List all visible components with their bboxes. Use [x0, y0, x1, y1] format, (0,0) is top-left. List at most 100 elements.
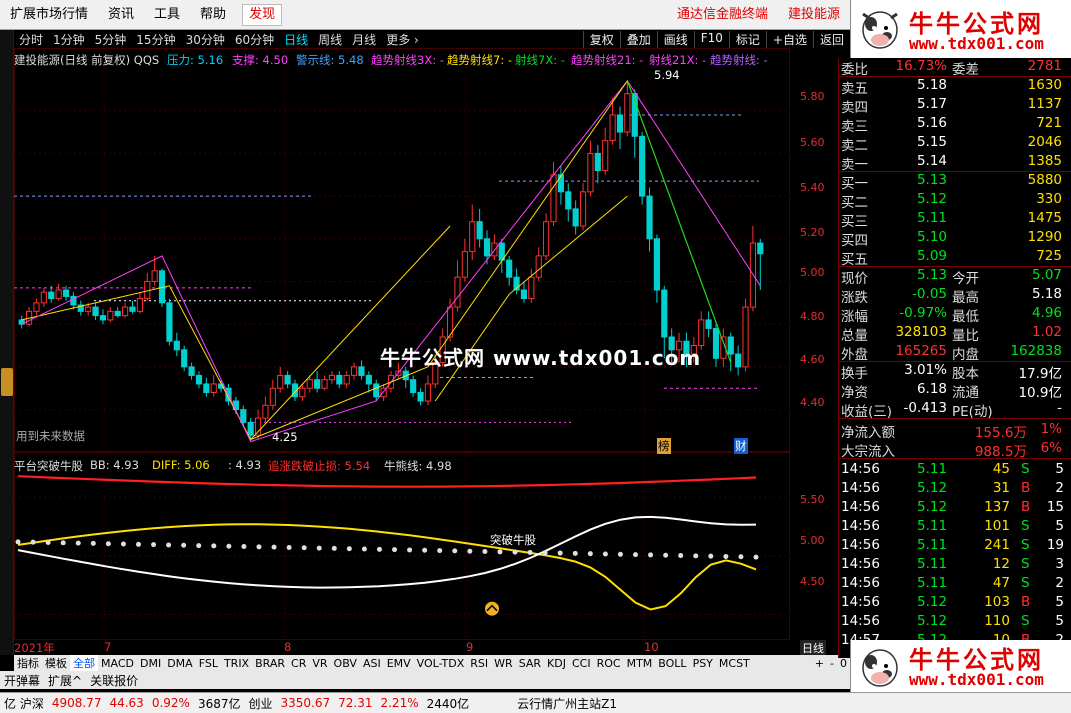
candle-body [609, 114, 616, 142]
flow-value: 155.6万 [974, 425, 1027, 441]
period-weekly[interactable]: 周线 [313, 31, 347, 48]
weicha-label: 委差 [952, 62, 979, 78]
ind-tab[interactable]: DMI [137, 657, 164, 670]
tick-price: 5.12 [917, 499, 948, 515]
ask-label: 卖二 [841, 138, 868, 154]
extend-toggle[interactable]: 扩展^ [44, 672, 86, 689]
weibi-row: 委比 16.73% 委差 2781 [839, 58, 1071, 78]
zoom-out-button[interactable]: - [827, 657, 837, 670]
stat-row: 外盘 165265 内盘 162838 [839, 343, 1071, 363]
bull-bear-dot [166, 542, 172, 548]
period-1min[interactable]: 1分钟 [48, 31, 90, 48]
period-15min[interactable]: 15分钟 [131, 31, 180, 48]
candle-body [55, 289, 62, 300]
period-60min[interactable]: 60分钟 [230, 31, 279, 48]
ind-tab[interactable]: ASI [360, 657, 384, 670]
fin-value: -0.413 [903, 400, 947, 416]
future-data-note: 用到未来数据 [16, 429, 85, 443]
candle-body [350, 366, 358, 376]
stat-value: 4.96 [1031, 305, 1062, 321]
bull-bear-dot [226, 543, 232, 549]
add-watchlist-button[interactable]: +自选 [765, 30, 813, 48]
restore-rights-button[interactable]: 复权 [582, 30, 620, 48]
bull-bear-dot [572, 550, 578, 556]
stat-row: 总量 328103 量比 1.02 [839, 324, 1071, 344]
zoom-in-button[interactable]: + [812, 657, 827, 670]
flow-value: 988.5万 [974, 444, 1027, 460]
ind-tab[interactable]: ROC [594, 657, 624, 670]
ind-tab[interactable]: MCST [716, 657, 753, 670]
overlay-button[interactable]: 叠加 [619, 30, 657, 48]
kline-chart[interactable]: 建投能源(日线 前复权) QQS 压力: 5.16 支撑: 4.50 警示线: … [14, 48, 790, 655]
ind-tab[interactable]: 模板 [42, 655, 70, 671]
zoom-reset-button[interactable]: 0 [837, 657, 850, 670]
ind-tab[interactable]: OBV [331, 657, 360, 670]
bid-row: 买五 5.09 725 [839, 248, 1071, 268]
ind-tab[interactable]: CR [288, 657, 309, 670]
menu-discover[interactable]: 发现 [242, 3, 283, 26]
ind-tab[interactable]: KDJ [544, 657, 569, 670]
menu-extended-market[interactable]: 扩展市场行情 [0, 0, 98, 30]
expand-arrow-icon[interactable] [1, 368, 13, 396]
ind-tab[interactable]: MACD [98, 657, 137, 670]
fin-value: 17.9亿 [1018, 366, 1062, 382]
tick-count: 5 [1055, 461, 1064, 477]
badge-list[interactable]: 榜 [657, 438, 671, 454]
ind-tab[interactable]: FSL [196, 657, 221, 670]
tick-time: 14:56 [841, 613, 880, 629]
period-intraday[interactable]: 分时 [14, 31, 48, 48]
candle-body [48, 291, 55, 300]
candle-body [85, 306, 92, 312]
ind-tab[interactable]: RSI [467, 657, 491, 670]
related-quote[interactable]: 关联报价 [86, 672, 142, 689]
mark-button[interactable]: 标记 [728, 30, 766, 48]
ind-tab[interactable]: DMA [164, 657, 196, 670]
watermark-text: 牛牛公式网 www.tdx001.com [380, 346, 702, 370]
menu-news[interactable]: 资讯 [98, 0, 144, 30]
bull-bear-dot [151, 542, 157, 548]
candle-body [129, 306, 136, 312]
period-monthly[interactable]: 月线 [347, 31, 381, 48]
ind-tab-all[interactable]: 全部 [70, 655, 98, 671]
danmaku-toggle[interactable]: 开弹幕 [0, 672, 44, 689]
status-sh-pct: 0.92% [151, 696, 190, 710]
bull-bear-dot [633, 552, 639, 558]
bull-bear-dot [678, 553, 684, 559]
ind-tab[interactable]: BOLL [655, 657, 689, 670]
flow-pct: 1% [1040, 421, 1062, 437]
bull-bear-dot [211, 543, 217, 549]
candle-body [653, 238, 660, 291]
ind-tab[interactable]: TRIX [221, 657, 252, 670]
stat-value: 5.13 [916, 267, 947, 283]
period-5min[interactable]: 5分钟 [90, 31, 132, 48]
candle-body [247, 421, 254, 436]
ind-tab[interactable]: MTM [624, 657, 656, 670]
f10-button[interactable]: F10 [693, 30, 729, 48]
ind-tab[interactable]: 指标 [14, 655, 42, 671]
tick-side: S [1021, 537, 1030, 553]
candle-body [240, 409, 247, 423]
ind-tab[interactable]: VR [309, 657, 330, 670]
period-daily[interactable]: 日线 [279, 31, 313, 48]
ind-tab[interactable]: SAR [516, 657, 544, 670]
ind-tab[interactable]: PSY [690, 657, 716, 670]
period-30min[interactable]: 30分钟 [181, 31, 230, 48]
ind-tab[interactable]: CCI [569, 657, 594, 670]
ind-tab[interactable]: EMV [384, 657, 414, 670]
stat-label: 最高 [952, 290, 979, 306]
draw-line-button[interactable]: 画线 [656, 30, 694, 48]
menu-tools[interactable]: 工具 [144, 0, 190, 30]
ind-tab[interactable]: BRAR [252, 657, 288, 670]
candle-body [166, 302, 173, 342]
menu-help[interactable]: 帮助 [190, 0, 236, 30]
stat-label: 内盘 [952, 347, 979, 363]
back-button[interactable]: 返回 [812, 30, 850, 48]
badge-finance[interactable]: 财 [734, 438, 748, 454]
period-more[interactable]: 更多 › [381, 31, 424, 48]
candle-body [572, 208, 579, 227]
ind-tab[interactable]: WR [491, 657, 516, 670]
ind-tab[interactable]: VOL-TDX [414, 657, 468, 670]
candle-body [92, 306, 99, 317]
status-server[interactable]: 云行情广州主站Z1 [513, 695, 621, 712]
legend-ray21: 趋势射线21: - [571, 53, 644, 67]
